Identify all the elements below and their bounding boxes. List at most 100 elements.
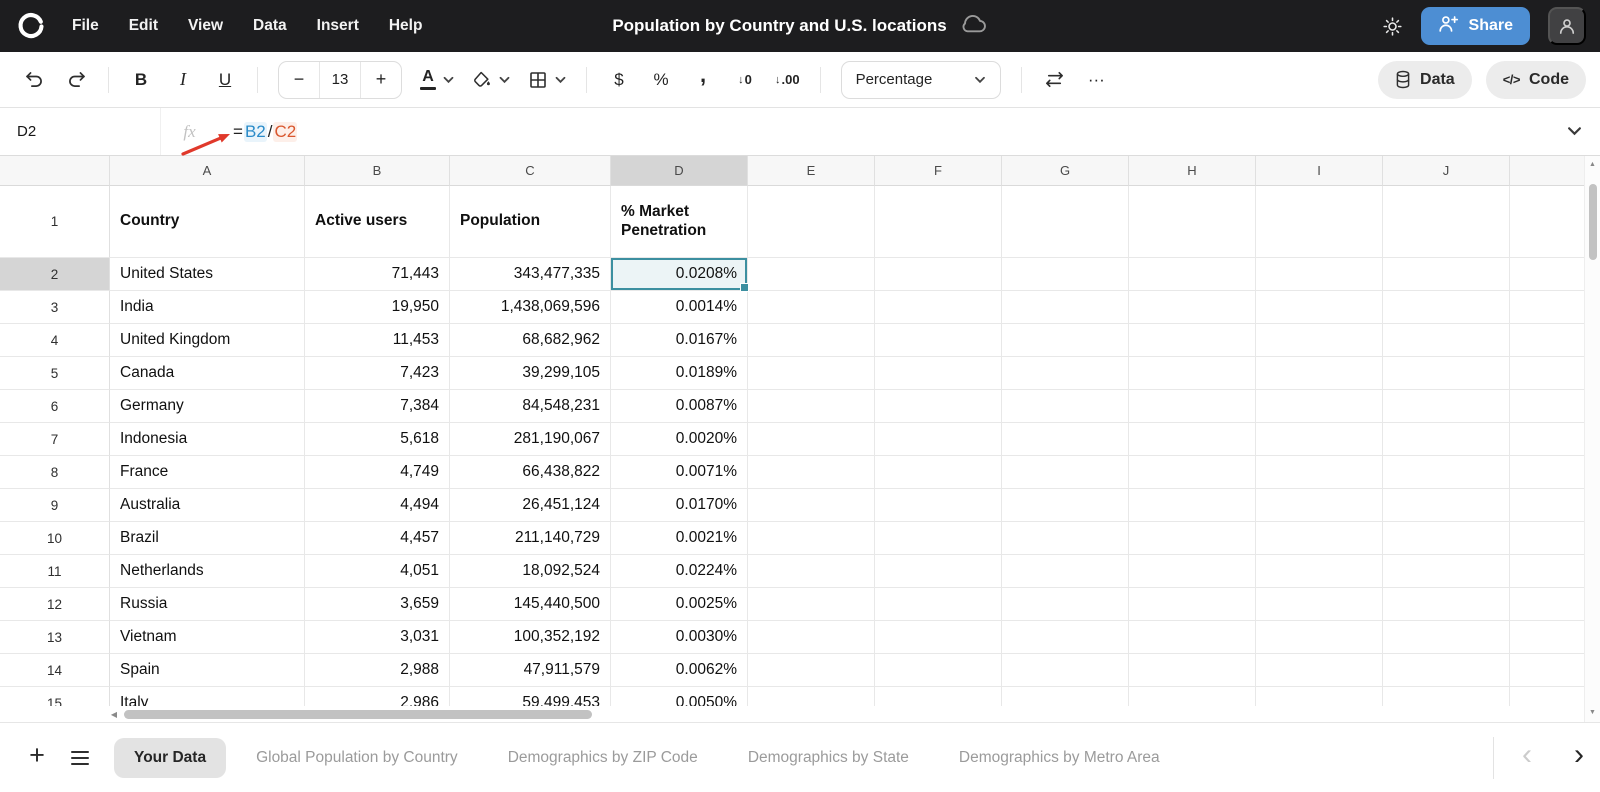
cell-J14[interactable]	[1383, 654, 1510, 687]
cell-D14[interactable]: 0.0062%	[611, 654, 748, 687]
cell-B11[interactable]: 4,051	[305, 555, 450, 588]
menu-item-file[interactable]: File	[72, 17, 99, 35]
cell-B12[interactable]: 3,659	[305, 588, 450, 621]
cell-A4[interactable]: United Kingdom	[110, 324, 305, 357]
row-header-8[interactable]: 8	[0, 456, 110, 489]
column-header-A[interactable]: A	[110, 156, 305, 186]
cell-I3[interactable]	[1256, 291, 1383, 324]
cell-reference-box[interactable]: D2	[0, 108, 160, 155]
tabs-prev-icon[interactable]: ‹	[1522, 740, 1532, 776]
decrease-decimal-button[interactable]: ↓0	[725, 61, 765, 99]
add-sheet-button[interactable]: +	[16, 737, 58, 779]
cell-G2[interactable]	[1002, 258, 1129, 291]
cell-D12[interactable]: 0.0025%	[611, 588, 748, 621]
cell-H1[interactable]	[1129, 186, 1256, 258]
column-header-E[interactable]: E	[748, 156, 875, 186]
redo-button[interactable]	[56, 61, 96, 99]
tabs-next-icon[interactable]: ›	[1574, 740, 1584, 776]
row-header-4[interactable]: 4	[0, 324, 110, 357]
cell-E9[interactable]	[748, 489, 875, 522]
cell-D3[interactable]: 0.0014%	[611, 291, 748, 324]
tab-your-data[interactable]: Your Data	[114, 738, 226, 778]
cell-J3[interactable]	[1383, 291, 1510, 324]
cell-B15[interactable]: 2,986	[305, 687, 450, 706]
row-header-6[interactable]: 6	[0, 390, 110, 423]
cell-E8[interactable]	[748, 456, 875, 489]
document-title[interactable]: Population by Country and U.S. locations	[612, 16, 946, 36]
cell-C6[interactable]: 84,548,231	[450, 390, 611, 423]
scroll-down-icon[interactable]: ▼	[1589, 708, 1596, 718]
row-header-1[interactable]: 1	[0, 186, 110, 258]
cell-J1[interactable]	[1383, 186, 1510, 258]
cell-D4[interactable]: 0.0167%	[611, 324, 748, 357]
row-header-13[interactable]: 13	[0, 621, 110, 654]
cell-B13[interactable]: 3,031	[305, 621, 450, 654]
cell-A1[interactable]: Country	[110, 186, 305, 258]
cell-E12[interactable]	[748, 588, 875, 621]
horizontal-scroll-thumb[interactable]	[124, 710, 592, 719]
cell-B7[interactable]: 5,618	[305, 423, 450, 456]
number-format-dropdown[interactable]: Percentage	[841, 61, 1002, 99]
cell-C5[interactable]: 39,299,105	[450, 357, 611, 390]
cell-F10[interactable]	[875, 522, 1002, 555]
formula-text[interactable]: =B2/C2	[232, 122, 297, 142]
cell-F12[interactable]	[875, 588, 1002, 621]
theme-toggle-icon[interactable]	[1382, 16, 1403, 37]
cell-E14[interactable]	[748, 654, 875, 687]
cell-E5[interactable]	[748, 357, 875, 390]
cell-H3[interactable]	[1129, 291, 1256, 324]
tab-global-population-by-country[interactable]: Global Population by Country	[236, 738, 478, 778]
cell-H7[interactable]	[1129, 423, 1256, 456]
menu-item-edit[interactable]: Edit	[129, 17, 158, 35]
cell-I2[interactable]	[1256, 258, 1383, 291]
percent-format-button[interactable]: %	[641, 61, 681, 99]
cell-C12[interactable]: 145,440,500	[450, 588, 611, 621]
cell-E1[interactable]	[748, 186, 875, 258]
cell-D6[interactable]: 0.0087%	[611, 390, 748, 423]
borders-button[interactable]	[520, 61, 574, 99]
cell-J13[interactable]	[1383, 621, 1510, 654]
column-header-G[interactable]: G	[1002, 156, 1129, 186]
cell-E3[interactable]	[748, 291, 875, 324]
cell-G1[interactable]	[1002, 186, 1129, 258]
tab-demographics-by-metro-area[interactable]: Demographics by Metro Area	[939, 738, 1180, 778]
cell-C10[interactable]: 211,140,729	[450, 522, 611, 555]
cell-G7[interactable]	[1002, 423, 1129, 456]
cell-A3[interactable]: India	[110, 291, 305, 324]
font-size-decrease-button[interactable]: −	[279, 62, 319, 98]
font-size-value[interactable]: 13	[319, 62, 361, 98]
cell-G14[interactable]	[1002, 654, 1129, 687]
cell-J8[interactable]	[1383, 456, 1510, 489]
cell-C15[interactable]: 59,499,453	[450, 687, 611, 706]
cell-D5[interactable]: 0.0189%	[611, 357, 748, 390]
scroll-up-icon[interactable]: ▲	[1589, 160, 1596, 170]
cell-B9[interactable]: 4,494	[305, 489, 450, 522]
font-size-increase-button[interactable]: +	[361, 62, 401, 98]
cell-G5[interactable]	[1002, 357, 1129, 390]
cell-G13[interactable]	[1002, 621, 1129, 654]
cell-J6[interactable]	[1383, 390, 1510, 423]
cell-G4[interactable]	[1002, 324, 1129, 357]
cell-I4[interactable]	[1256, 324, 1383, 357]
row-header-7[interactable]: 7	[0, 423, 110, 456]
cell-B3[interactable]: 19,950	[305, 291, 450, 324]
cell-F8[interactable]	[875, 456, 1002, 489]
more-options-button[interactable]: ···	[1076, 61, 1116, 99]
scroll-left-icon[interactable]: ◀	[106, 710, 122, 719]
cell-J10[interactable]	[1383, 522, 1510, 555]
cell-I7[interactable]	[1256, 423, 1383, 456]
cell-I12[interactable]	[1256, 588, 1383, 621]
cell-H9[interactable]	[1129, 489, 1256, 522]
italic-button[interactable]: I	[163, 61, 203, 99]
cell-A6[interactable]: Germany	[110, 390, 305, 423]
text-color-button[interactable]: A	[412, 61, 462, 99]
row-header-3[interactable]: 3	[0, 291, 110, 324]
cell-E6[interactable]	[748, 390, 875, 423]
cell-I15[interactable]	[1256, 687, 1383, 706]
row-header-9[interactable]: 9	[0, 489, 110, 522]
cell-C3[interactable]: 1,438,069,596	[450, 291, 611, 324]
cell-J9[interactable]	[1383, 489, 1510, 522]
cell-I5[interactable]	[1256, 357, 1383, 390]
cell-E2[interactable]	[748, 258, 875, 291]
column-header-C[interactable]: C	[450, 156, 611, 186]
